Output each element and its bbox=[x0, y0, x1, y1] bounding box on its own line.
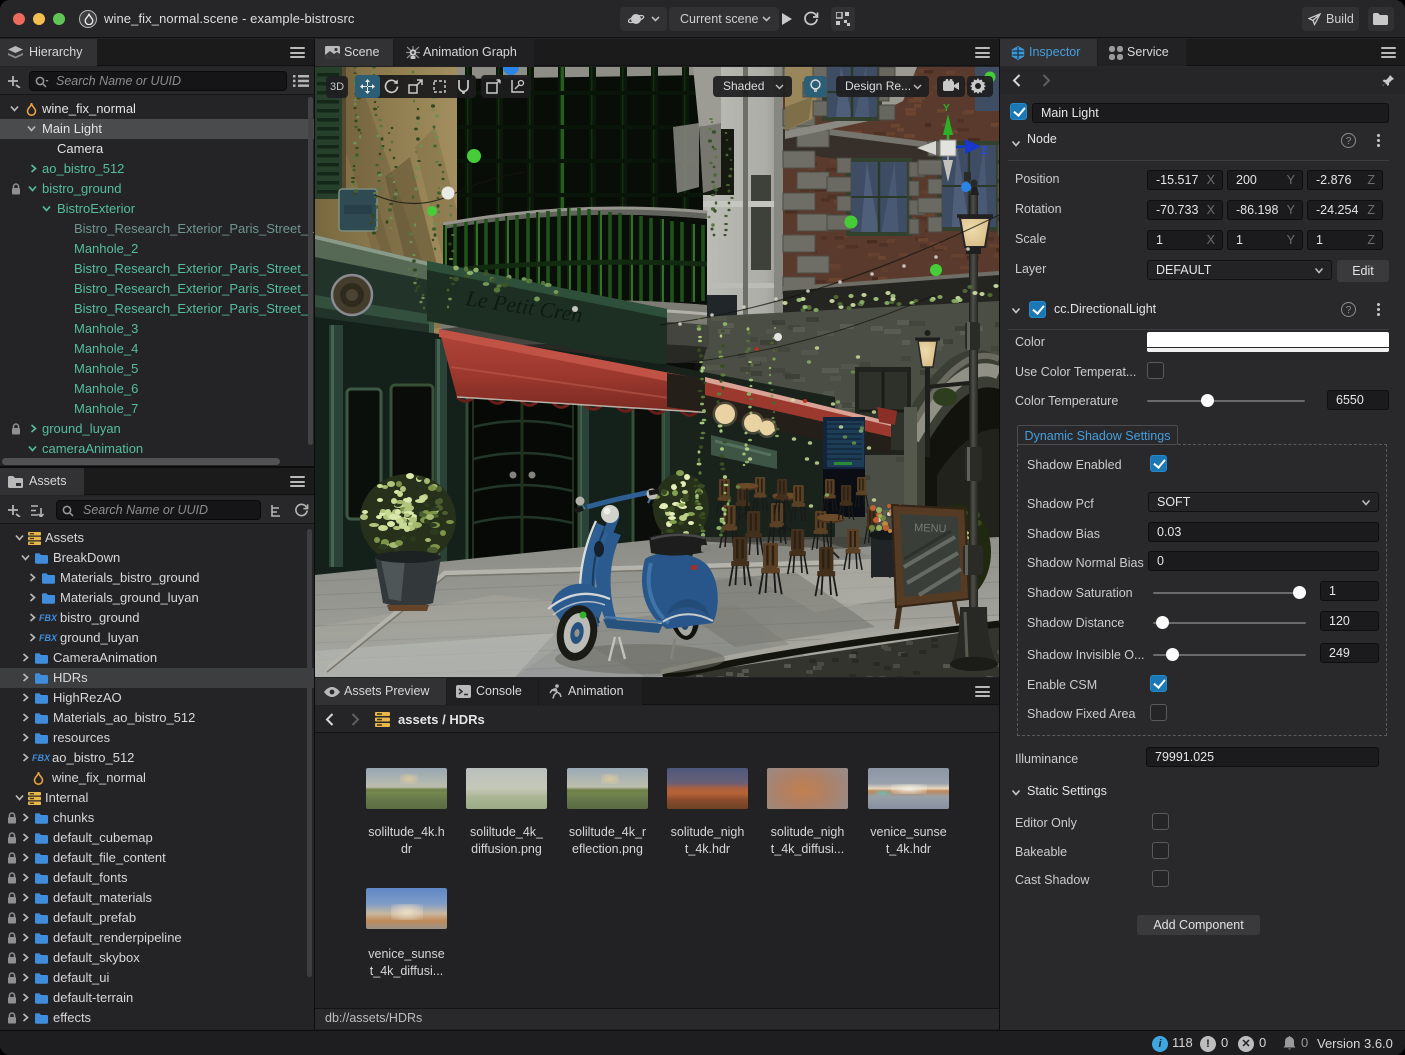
svg-text:Z: Z bbox=[981, 145, 988, 157]
svg-text:MENU: MENU bbox=[914, 522, 947, 535]
svg-text:Y: Y bbox=[943, 103, 950, 114]
